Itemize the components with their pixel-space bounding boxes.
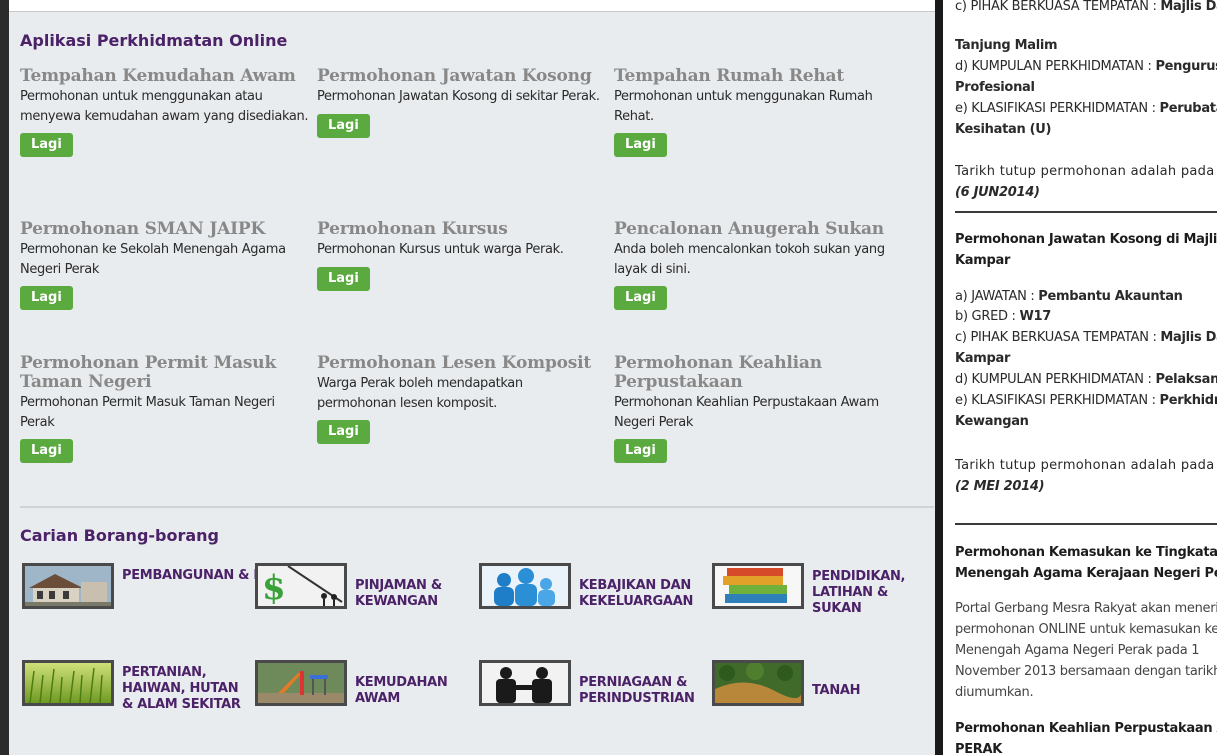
- category-tanah[interactable]: TANAH: [712, 660, 934, 710]
- service-description: Anda boleh mencalonkan tokoh sukan yang …: [614, 242, 885, 277]
- category-pertanian[interactable]: PERTANIAN, HAIWAN, HUTAN & ALAM SEKITAR: [22, 660, 252, 713]
- svg-text:$: $: [262, 568, 286, 606]
- books-stack-icon[interactable]: [712, 563, 804, 609]
- post-separator: [955, 211, 1217, 213]
- service-title[interactable]: Permohonan Lesen Komposit: [317, 354, 617, 373]
- service-description: Permohonan Permit Masuk Taman Negeri Per…: [20, 395, 275, 430]
- service-card: Permohonan Jawatan Kosong Permohonan Jaw…: [317, 67, 617, 138]
- service-card: Permohonan Permit Masuk Taman Negeri Per…: [20, 354, 320, 463]
- category-label[interactable]: KEMUDAHAN AWAM: [355, 675, 475, 707]
- post-field: d) KUMPULAN PERKHIDMATAN : Pengurusan &: [955, 59, 1217, 74]
- category-kemudahan[interactable]: KEMUDAHAN AWAM: [255, 660, 475, 710]
- service-title[interactable]: Permohonan Keahlian Perpustakaan: [614, 354, 844, 392]
- post-body-line: November 2013 bersamaan dengan tarikh ya…: [955, 664, 1217, 679]
- business-handshake-icon[interactable]: [479, 660, 571, 706]
- category-label[interactable]: PINJAMAN & KEWANGAN: [355, 578, 475, 610]
- service-description: Warga Perak boleh mendapatkan permohonan…: [317, 376, 523, 411]
- closing-text: Tarikh tutup permohonan adalah pada: [955, 164, 1215, 179]
- category-perniagaan[interactable]: PERNIAGAAN & PERINDUSTRIAN: [479, 660, 709, 710]
- service-description: Permohonan Keahlian Perpustakaan Awam Ne…: [614, 395, 879, 430]
- post-body-line: diumumkan.: [955, 685, 1034, 700]
- post-title[interactable]: PERAK: [955, 741, 1002, 755]
- post-field: e) KLASIFIKASI PERKHIDMATAN : Perubatan …: [955, 101, 1217, 116]
- post-field-value: Kesihatan (U): [955, 122, 1052, 137]
- section-divider: [20, 506, 934, 508]
- post-separator: [955, 523, 1217, 525]
- building-photo-icon[interactable]: [22, 563, 114, 609]
- main-content: Aplikasi Perkhidmatan Online Tempahan Ke…: [9, 12, 935, 755]
- service-description: Permohonan ke Sekolah Menengah Agama Neg…: [20, 242, 286, 277]
- post-field-value: Kewangan: [955, 414, 1029, 429]
- service-description: Permohonan untuk menggunakan atau menyew…: [20, 89, 309, 124]
- category-label[interactable]: PERNIAGAAN & PERINDUSTRIAN: [579, 675, 709, 707]
- service-card: Tempahan Kemudahan Awam Permohonan untuk…: [20, 67, 320, 157]
- service-title[interactable]: Tempahan Rumah Rehat: [614, 67, 914, 86]
- family-silhouette-icon[interactable]: [479, 563, 571, 609]
- post-field: c) PIHAK BERKUASA TEMPATAN : Majlis Daer…: [955, 330, 1217, 345]
- post-title[interactable]: Menengah Agama Kerajaan Negeri Perak: [955, 565, 1217, 582]
- post-field: d) KUMPULAN PERKHIDMATAN : Pelaksana: [955, 372, 1217, 387]
- news-sidebar: c) PIHAK BERKUASA TEMPATAN : Majlis Daer…: [943, 0, 1217, 755]
- land-hill-icon[interactable]: [712, 660, 804, 706]
- service-title[interactable]: Permohonan Permit Masuk Taman Negeri: [20, 354, 300, 392]
- category-kebajikan[interactable]: KEBAJIKAN DAN KEKELUARGAAN: [479, 563, 709, 613]
- post-body-line: Portal Gerbang Mesra Rakyat akan menerim…: [955, 601, 1217, 616]
- lagi-button[interactable]: Lagi: [20, 133, 73, 157]
- service-card: Permohonan SMAN JAIPK Permohonan ke Seko…: [20, 220, 320, 310]
- forms-search-heading: Carian Borang-borang: [20, 526, 220, 545]
- playground-icon[interactable]: [255, 660, 347, 706]
- post-field: c) PIHAK BERKUASA TEMPATAN : Majlis Daer…: [955, 0, 1217, 14]
- service-card: Permohonan Lesen Komposit Warga Perak bo…: [317, 354, 617, 444]
- service-description: Permohonan Kursus untuk warga Perak.: [317, 242, 564, 257]
- category-label[interactable]: PENDIDIKAN, LATIHAN & SUKAN: [812, 569, 922, 617]
- post-field: e) KLASIFIKASI PERKHIDMATAN : Perkhidmat…: [955, 393, 1217, 408]
- service-card: Pencalonan Anugerah Sukan Anda boleh men…: [614, 220, 914, 310]
- closing-date: (2 MEI 2014): [955, 479, 1045, 494]
- post-field-value: Profesional: [955, 80, 1035, 95]
- post-title[interactable]: Permohonan Kemasukan ke Tingkatan Satu: [955, 544, 1217, 561]
- post-field-value: Tanjung Malim: [955, 38, 1058, 53]
- service-card: Tempahan Rumah Rehat Permohonan untuk me…: [614, 67, 914, 157]
- post-body-line: permohonan ONLINE untuk kemasukan ke Sek…: [955, 622, 1217, 637]
- post-title[interactable]: Permohonan Jawatan Kosong di Majlis Daer…: [955, 231, 1217, 248]
- lagi-button[interactable]: Lagi: [317, 266, 370, 291]
- lagi-button[interactable]: Lagi: [614, 286, 667, 310]
- post-title[interactable]: Kampar: [955, 252, 1010, 269]
- category-label[interactable]: PERTANIAN, HAIWAN, HUTAN & ALAM SEKITAR: [122, 665, 252, 713]
- column-divider: [935, 0, 943, 755]
- service-description: Permohonan Jawatan Kosong di sekitar Per…: [317, 89, 600, 104]
- post-body-line: Menengah Agama Negeri Perak pada 1: [955, 643, 1200, 658]
- lagi-button[interactable]: Lagi: [317, 420, 370, 444]
- category-label[interactable]: KEBAJIKAN DAN KEKELUARGAAN: [579, 578, 709, 610]
- lagi-button[interactable]: Lagi: [317, 113, 370, 138]
- dollar-sign-icon[interactable]: $: [255, 563, 347, 609]
- lagi-button[interactable]: Lagi: [614, 439, 667, 463]
- post-title[interactable]: Permohonan Keahlian Perpustakaan Awam Ne…: [955, 720, 1217, 737]
- closing-text: Tarikh tutup permohonan adalah pada: [955, 458, 1215, 473]
- post-field: a) JAWATAN : Pembantu Akauntan: [955, 289, 1183, 304]
- service-card: Permohonan Keahlian Perpustakaan Permoho…: [614, 354, 914, 463]
- service-title[interactable]: Permohonan SMAN JAIPK: [20, 220, 320, 239]
- service-card: Permohonan Kursus Permohonan Kursus untu…: [317, 220, 617, 291]
- post-field: b) GRED : W17: [955, 309, 1051, 324]
- category-pinjaman[interactable]: $ PINJAMAN & KEWANGAN: [255, 563, 475, 613]
- category-label[interactable]: TANAH: [812, 683, 861, 699]
- service-description: Permohonan untuk menggunakan Rumah Rehat…: [614, 89, 873, 124]
- post-field-value: Kampar: [955, 351, 1011, 366]
- lagi-button[interactable]: Lagi: [20, 439, 73, 463]
- left-border: [0, 0, 9, 755]
- category-pendidikan[interactable]: PENDIDIKAN, LATIHAN & SUKAN: [712, 563, 934, 616]
- lagi-button[interactable]: Lagi: [20, 286, 73, 310]
- service-title[interactable]: Permohonan Kursus: [317, 220, 617, 239]
- service-title[interactable]: Pencalonan Anugerah Sukan: [614, 220, 914, 239]
- grass-field-icon[interactable]: [22, 660, 114, 706]
- service-title[interactable]: Tempahan Kemudahan Awam: [20, 67, 320, 86]
- category-pembangunan[interactable]: PEMBANGUNAN & PERUMAHAN: [22, 563, 345, 613]
- service-title[interactable]: Permohonan Jawatan Kosong: [317, 67, 617, 86]
- closing-date: (6 JUN2014): [955, 185, 1040, 200]
- online-services-heading: Aplikasi Perkhidmatan Online: [20, 31, 288, 50]
- lagi-button[interactable]: Lagi: [614, 133, 667, 157]
